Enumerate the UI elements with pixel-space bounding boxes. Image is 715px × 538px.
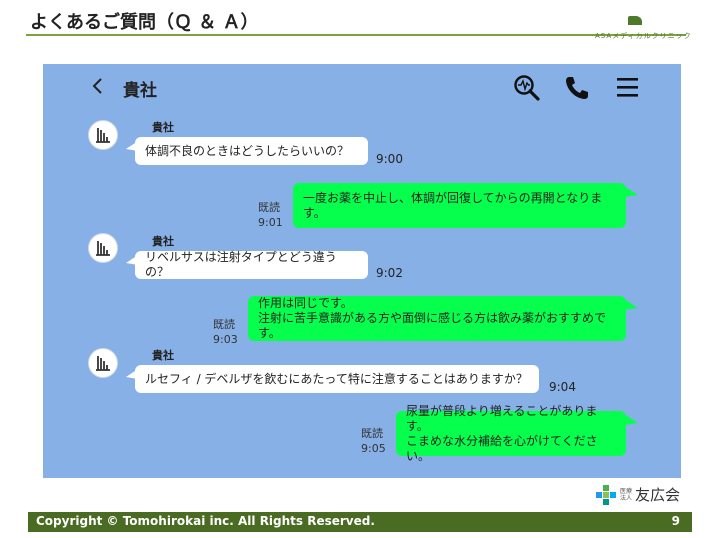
incoming-message[interactable]: 体調不良のときはどうしたらいいの？ <box>126 137 368 165</box>
message-time: 9:00 <box>376 152 403 166</box>
message-time: 9:01 <box>258 216 283 229</box>
clinic-tools-icon <box>96 241 110 256</box>
chevron-left-icon <box>92 78 102 94</box>
read-receipt: 既読 9:01 <box>258 200 283 230</box>
read-label: 既読 <box>258 201 280 214</box>
message-line: こまめな水分補給を心がけてください。 <box>406 433 598 463</box>
phone-icon <box>566 77 588 99</box>
org-kind-line: 法人 <box>620 494 633 502</box>
outgoing-message[interactable]: 作用は同じです。 注射に苦手意識がある方や面倒に感じる方は飲み薬がおすすめです。 <box>248 296 638 341</box>
message-time: 9:03 <box>213 333 238 346</box>
incoming-message[interactable]: ルセフィ / デベルザを飲むにあたって特に注意することはありますか？ <box>126 365 539 393</box>
chat-header: 貴社 <box>43 64 681 108</box>
title-divider <box>26 34 686 36</box>
clinic-brand-text: ASAメディカルクリニック <box>595 32 692 40</box>
read-label: 既読 <box>213 318 235 331</box>
sender-name: 貴社 <box>152 121 174 134</box>
clinic-tools-icon <box>96 356 110 371</box>
sender-avatar <box>88 120 118 150</box>
outgoing-message[interactable]: 一度お薬を中止し、体調が回復してからの再開となります。 <box>293 183 638 228</box>
org-kind-line: 医療 <box>620 487 633 495</box>
message-line: 作用は同じです。 <box>258 296 353 310</box>
message-time: 9:05 <box>361 442 386 455</box>
search-button[interactable] <box>513 74 541 102</box>
sender-name: 貴社 <box>152 235 174 248</box>
message-line: 注射に苦手意識がある方や面倒に感じる方は飲み薬がおすすめです。 <box>258 311 607 340</box>
footer-bar: Copyright © Tomohirokai inc. All Rights … <box>28 512 692 532</box>
read-label: 既読 <box>361 427 383 440</box>
organization-logo: 医療 法人 友広会 <box>596 484 680 505</box>
message-time: 9:04 <box>549 380 576 394</box>
clinic-leaf-icon <box>628 16 642 25</box>
message-time: 9:02 <box>376 266 403 280</box>
sender-avatar <box>88 348 118 378</box>
read-receipt: 既読 9:03 <box>213 317 238 347</box>
organization-type: 医療 法人 <box>620 488 632 502</box>
medical-cross-icon <box>596 484 616 505</box>
sender-name: 貴社 <box>152 349 174 362</box>
menu-icon <box>617 78 638 97</box>
call-button[interactable] <box>563 74 591 102</box>
clinic-brand: ASAメディカルクリニック <box>595 10 692 41</box>
copyright-text: Copyright © Tomohirokai inc. All Rights … <box>36 514 375 528</box>
clinic-tools-icon <box>96 128 110 143</box>
page-title: よくあるご質問（Ｑ ＆ Ａ） <box>30 12 259 33</box>
menu-button[interactable] <box>614 74 642 102</box>
read-receipt: 既読 9:05 <box>361 426 386 456</box>
chat-window: 貴社 貴社 体調不良のときはどうしたらいいの？ 9:00 既読 9:01 一度お… <box>43 64 681 478</box>
outgoing-message[interactable]: 尿量が普段より増えることがあります。 こまめな水分補給を心がけてください。 <box>396 404 638 463</box>
chat-title: 貴社 <box>123 81 157 101</box>
message-line: 尿量が普段より増えることがあります。 <box>406 403 598 433</box>
incoming-message[interactable]: リベルサスは注射タイプとどう違うの？ <box>126 250 368 279</box>
search-icon <box>514 75 540 101</box>
page-number: 9 <box>671 514 680 528</box>
organization-name: 友広会 <box>635 486 681 504</box>
back-button[interactable] <box>90 75 104 103</box>
sender-avatar <box>88 233 118 263</box>
